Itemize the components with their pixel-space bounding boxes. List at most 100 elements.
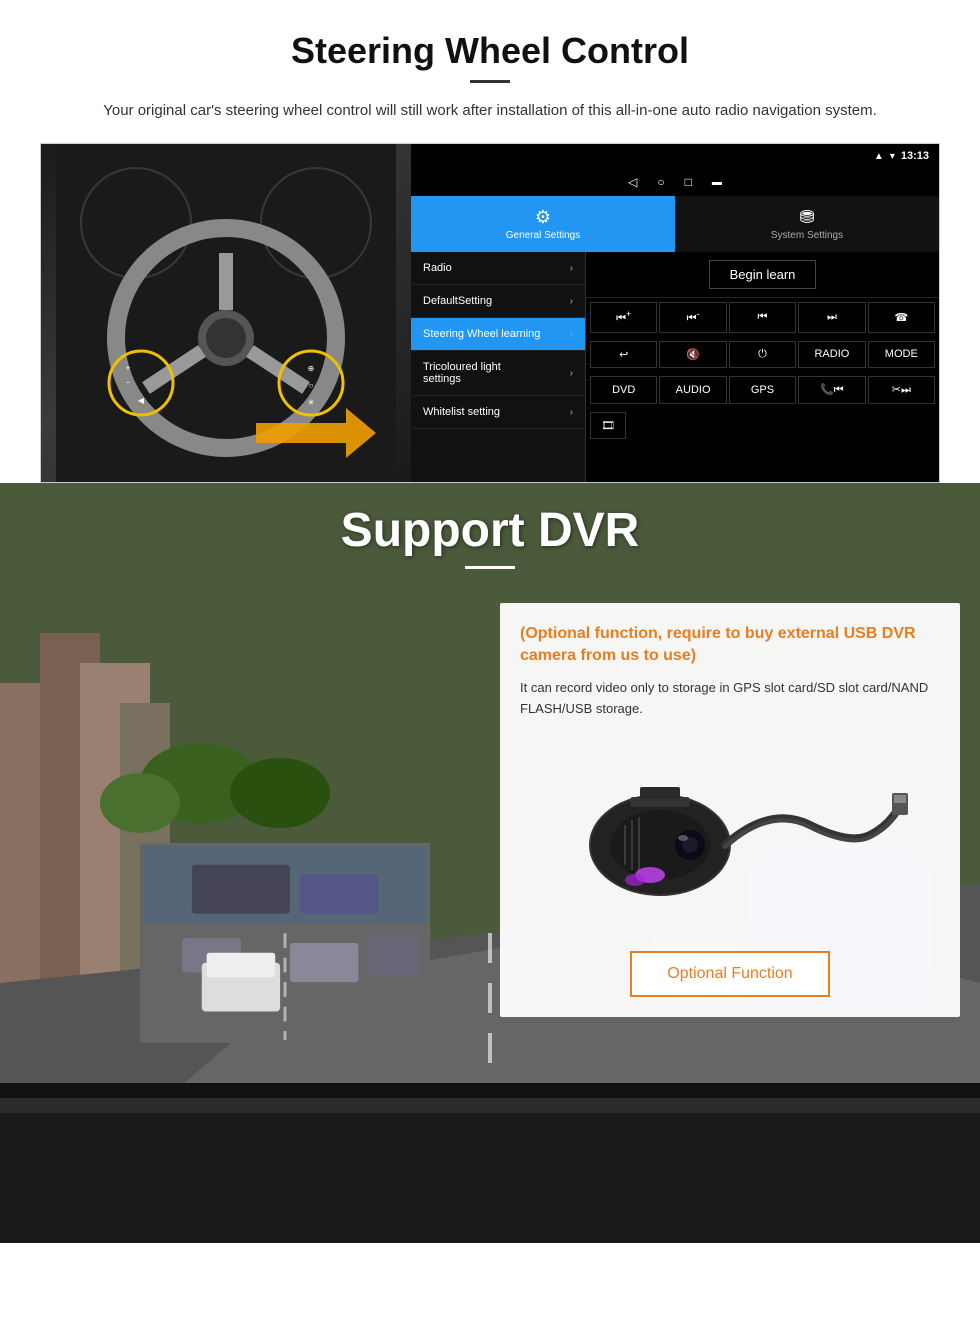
next-track-btn[interactable]: ⏭ [798,302,865,333]
control-buttons-row3: DVD AUDIO GPS 📞⏮ ✂⏭ [586,372,939,408]
cut-next-btn[interactable]: ✂⏭ [868,376,935,404]
steering-subtitle: Your original car's steering wheel contr… [40,99,940,123]
svg-text:+: + [125,363,130,373]
svg-text:✳: ✳ [308,398,315,407]
phone-btn[interactable]: ☎ [868,302,935,333]
default-chevron-icon: › [570,296,573,307]
swl-chevron-icon: › [570,329,573,340]
whitelist-chevron-icon: › [570,407,573,418]
settings-gear-icon: ⚙ [535,207,551,228]
steering-wheel-image: + - ◀ ⊕ ○ ✳ [41,144,411,482]
steering-wheel-svg: + - ◀ ⊕ ○ ✳ [56,144,396,482]
tab-general-label: General Settings [506,230,581,241]
cut-next-icon: ✂⏭ [892,383,911,397]
dvr-icon-btn[interactable]: 🎞 [590,412,626,439]
menu-tricoloured-label: Tricoloured light settings [423,361,501,385]
mode-label: MODE [885,348,918,360]
dvr-title-overlay: Support DVR [0,503,980,569]
dvr-title-divider [465,566,515,569]
android-content-area: Begin learn ⏮+ ⏮- ⏮ ⏭ ☎ ↩ 🔇 ⏻ [586,252,939,482]
menu-item-radio[interactable]: Radio › [411,252,585,285]
svg-text:◀: ◀ [138,396,145,405]
control-buttons-row1: ⏮+ ⏮- ⏮ ⏭ ☎ [586,298,939,337]
recents-nav-btn[interactable]: □ [685,175,692,189]
menu-radio-label: Radio [423,262,452,274]
steering-title: Steering Wheel Control [40,30,940,72]
dvr-camera-svg [550,745,910,925]
android-body: Radio › DefaultSetting › Steering Wheel … [411,252,939,482]
dvr-camera-image [520,735,940,935]
audio-label: AUDIO [676,384,711,396]
inset-road-svg [143,843,427,1043]
dvd-label: DVD [612,384,635,396]
hang-up-btn[interactable]: ↩ [590,341,657,368]
tab-system-settings[interactable]: ⛃ System Settings [675,196,939,252]
dvr-screenshot-inset [140,843,430,1043]
svg-text:⊕: ⊕ [308,364,315,373]
android-nav: ◁ ○ □ ▬ [411,168,939,196]
audio-btn[interactable]: AUDIO [659,376,726,404]
phone-prev-icon: 📞⏮ [820,383,844,397]
prev-track-icon: ⏮ [758,311,768,324]
back-nav-btn[interactable]: ◁ [628,175,637,189]
phone-icon: ☎ [894,311,908,324]
svg-text:-: - [127,377,130,387]
mode-btn[interactable]: MODE [868,341,935,368]
bottom-icon-row: 🎞 [586,408,939,443]
vol-down-btn[interactable]: ⏮- [659,302,726,333]
tab-general-settings[interactable]: ⚙ General Settings [411,196,675,252]
dvr-icon: 🎞 [601,419,615,432]
menu-item-defaultsetting[interactable]: DefaultSetting › [411,285,585,318]
begin-learn-row: Begin learn [586,252,939,298]
gps-label: GPS [751,384,774,396]
menu-item-whitelist[interactable]: Whitelist setting › [411,396,585,429]
android-menu: Radio › DefaultSetting › Steering Wheel … [411,252,586,482]
status-time: 13:13 [901,150,929,162]
vol-up-icon: ⏮+ [616,309,631,326]
system-icon: ⛃ [799,207,814,228]
tab-system-label: System Settings [771,230,843,241]
android-statusbar: ▲ ▾ 13:13 [411,144,939,168]
prev-track-btn[interactable]: ⏮ [729,302,796,333]
dvr-info-title: (Optional function, require to buy exter… [520,623,940,668]
menu-whitelist-label: Whitelist setting [423,406,500,418]
next-track-icon: ⏭ [827,311,837,324]
mute-icon: 🔇 [686,348,700,361]
android-panel: ▲ ▾ 13:13 ◁ ○ □ ▬ ⚙ General Settings ⛃ S… [411,144,939,482]
tri-chevron-icon: › [570,368,573,379]
steering-demo-container: + - ◀ ⊕ ○ ✳ ▲ ▾ 13:13 [40,143,940,483]
hang-up-icon: ↩ [619,348,628,361]
power-icon: ⏻ [758,348,767,361]
dvd-btn[interactable]: DVD [590,376,657,404]
menu-swl-label: Steering Wheel learning [423,328,540,340]
menu-default-label: DefaultSetting [423,295,492,307]
home-nav-btn[interactable]: ○ [657,175,664,189]
dvr-info-box: (Optional function, require to buy exter… [500,603,960,1017]
mute-btn[interactable]: 🔇 [659,341,726,368]
steering-title-divider [470,80,510,83]
steering-wheel-placeholder: + - ◀ ⊕ ○ ✳ [41,144,411,482]
android-tabs: ⚙ General Settings ⛃ System Settings [411,196,939,252]
svg-text:○: ○ [309,381,314,390]
menu-tricoloured-line1: Tricoloured light [423,361,501,373]
power-btn[interactable]: ⏻ [729,341,796,368]
gps-btn[interactable]: GPS [729,376,796,404]
menu-item-tricoloured[interactable]: Tricoloured light settings › [411,351,585,396]
optional-function-button[interactable]: Optional Function [630,951,830,997]
vol-down-icon: ⏮- [687,309,700,326]
menu-tricoloured-line2: settings [423,373,461,385]
phone-prev-btn[interactable]: 📞⏮ [798,376,865,404]
radio-label: RADIO [814,348,849,360]
begin-learn-button[interactable]: Begin learn [709,260,817,289]
vol-up-btn[interactable]: ⏮+ [590,302,657,333]
dvr-info-text: It can record video only to storage in G… [520,678,940,720]
signal-icon: ▲ [874,151,884,162]
steering-section: Steering Wheel Control Your original car… [0,0,980,483]
menu-item-steering-wheel-learning[interactable]: Steering Wheel learning › [411,318,585,351]
control-buttons-row2: ↩ 🔇 ⏻ RADIO MODE [586,337,939,372]
radio-chevron-icon: › [570,263,573,274]
dvr-section: Support DVR (Optional function, require … [0,483,980,1243]
dvr-title: Support DVR [0,503,980,558]
radio-btn[interactable]: RADIO [798,341,865,368]
menu-nav-btn[interactable]: ▬ [712,177,722,188]
